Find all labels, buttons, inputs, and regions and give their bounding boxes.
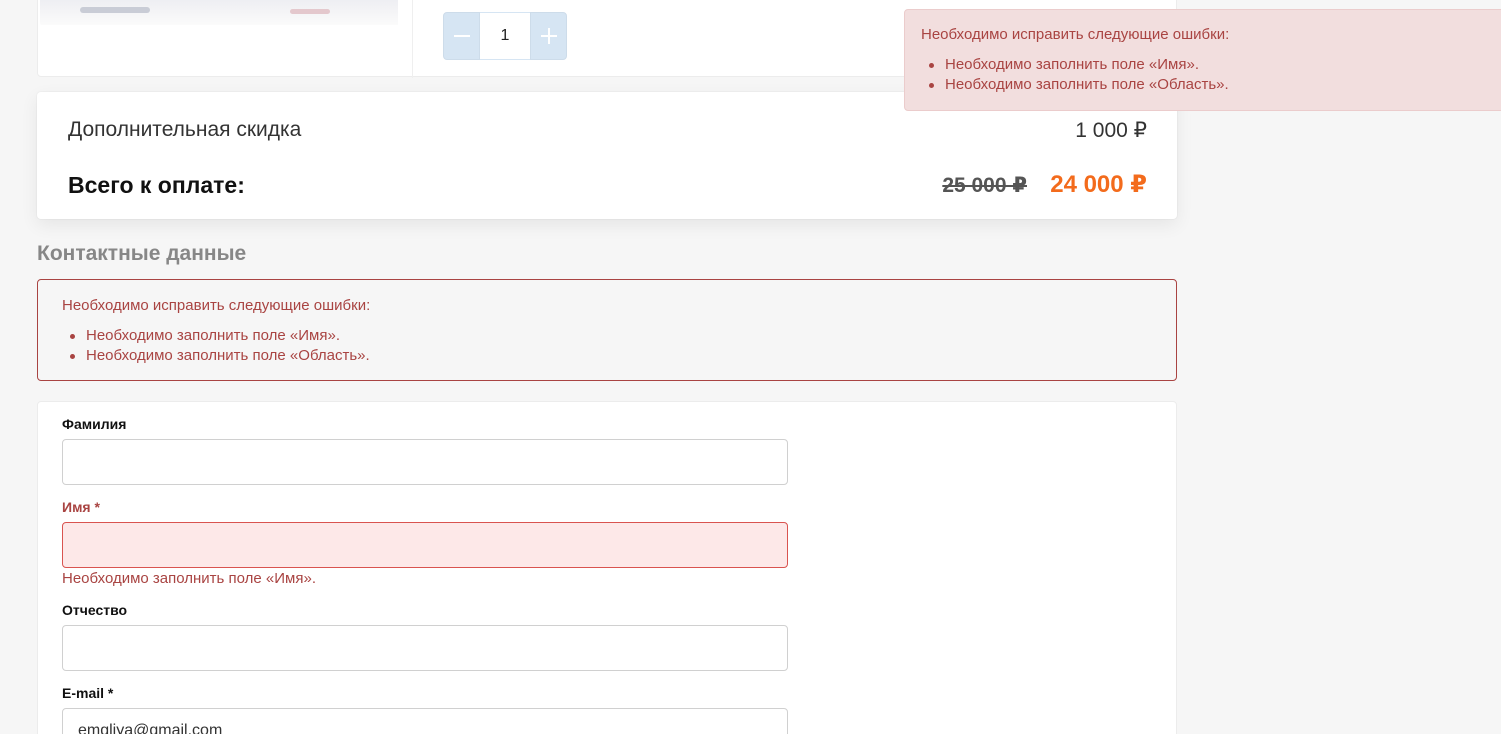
error-toast[interactable]: Необходимо исправить следующие ошибки: Н… bbox=[904, 9, 1501, 111]
section-title: Контактные данные bbox=[37, 242, 247, 265]
decrease-quantity-button[interactable] bbox=[443, 12, 480, 60]
toast-error-list: Необходимо заполнить поле «Имя». Необход… bbox=[921, 55, 1497, 95]
old-price: 25 000 ₽ bbox=[942, 174, 1027, 197]
middle-name-label: Отчество bbox=[62, 602, 128, 618]
error-list: Необходимо заполнить поле «Имя». Необход… bbox=[62, 326, 1152, 366]
toast-error-item: Необходимо заполнить поле «Область». bbox=[929, 75, 1497, 95]
last-name-field[interactable] bbox=[62, 439, 788, 485]
first-name-label: Имя * bbox=[62, 499, 100, 515]
first-name-field[interactable] bbox=[62, 522, 788, 568]
discount-label: Дополнительная скидка bbox=[68, 118, 302, 141]
discount-value: 1 000 ₽ bbox=[1075, 119, 1147, 142]
error-summary: Необходимо исправить следующие ошибки: Н… bbox=[37, 279, 1177, 381]
product-image[interactable] bbox=[40, 0, 398, 25]
toast-header: Необходимо исправить следующие ошибки: bbox=[921, 26, 1230, 43]
contact-form: Фамилия Имя * Необходимо заполнить поле … bbox=[37, 401, 1177, 734]
increase-quantity-button[interactable] bbox=[530, 12, 567, 60]
divider bbox=[412, 0, 413, 78]
last-name-label: Фамилия bbox=[62, 416, 127, 432]
minus-icon bbox=[453, 35, 470, 37]
total-label: Всего к оплате: bbox=[68, 172, 245, 198]
error-list-item: Необходимо заполнить поле «Имя». bbox=[70, 326, 1152, 346]
middle-name-field[interactable] bbox=[62, 625, 788, 671]
order-summary-card: Дополнительная скидка 1 000 ₽ Всего к оп… bbox=[37, 92, 1177, 219]
email-label: E-mail * bbox=[62, 685, 114, 701]
error-summary-header: Необходимо исправить следующие ошибки: bbox=[62, 297, 371, 314]
total-price: 24 000 ₽ bbox=[1050, 171, 1147, 198]
first-name-error: Необходимо заполнить поле «Имя». bbox=[62, 570, 316, 587]
quantity-stepper: 1 bbox=[443, 12, 567, 60]
toast-error-item: Необходимо заполнить поле «Имя». bbox=[929, 55, 1497, 75]
email-field[interactable] bbox=[62, 708, 788, 734]
plus-icon bbox=[540, 28, 557, 44]
error-list-item: Необходимо заполнить поле «Область». bbox=[70, 346, 1152, 366]
quantity-input[interactable]: 1 bbox=[480, 12, 530, 60]
